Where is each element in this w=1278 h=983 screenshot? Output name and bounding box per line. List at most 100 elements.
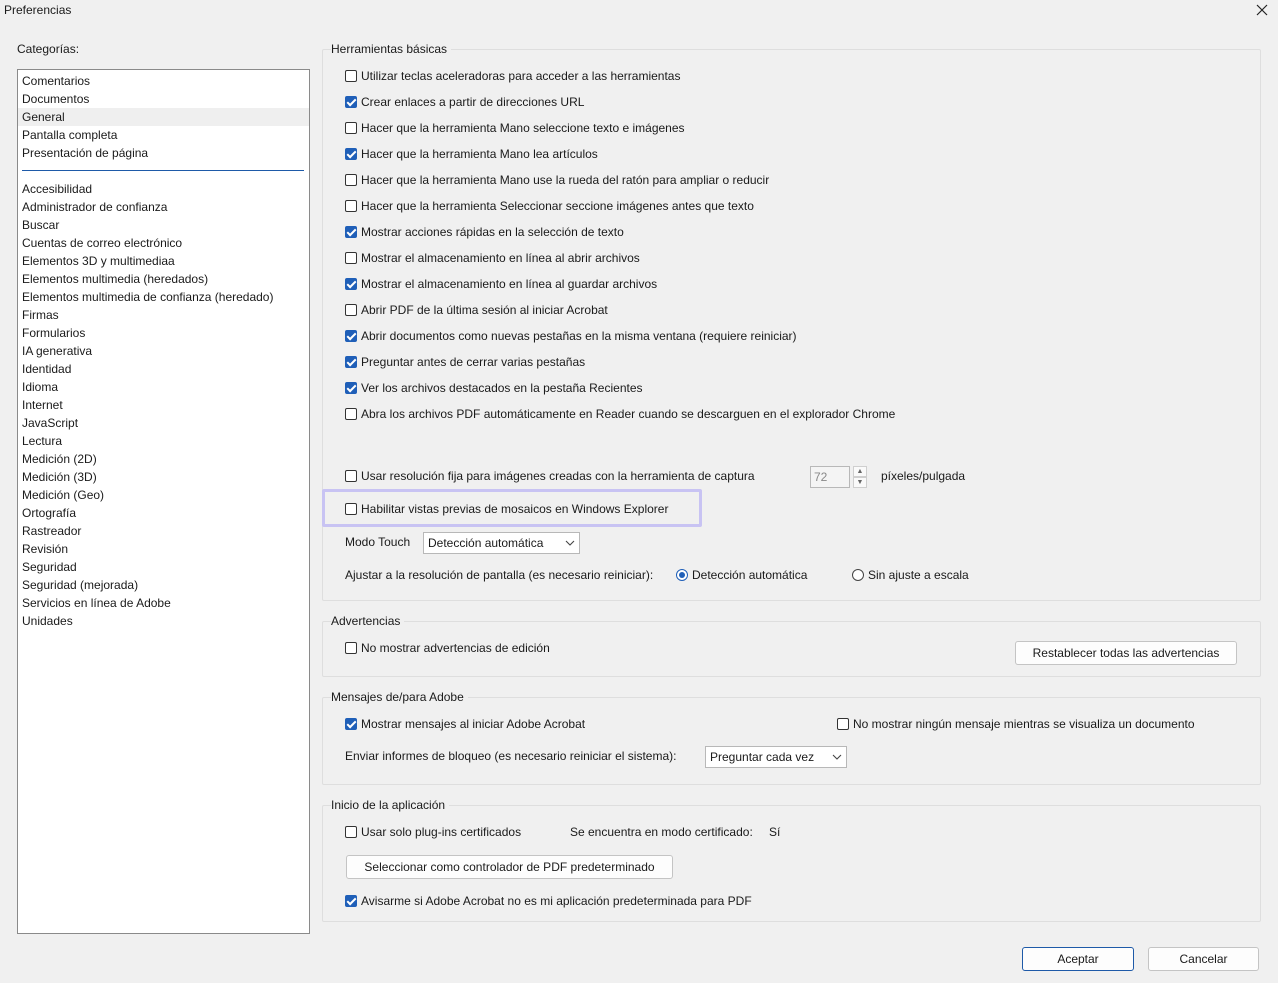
option-label: Mostrar el almacenamiento en línea al gu… bbox=[361, 277, 658, 291]
close-button[interactable] bbox=[1250, 0, 1274, 20]
basic-tools-option[interactable]: Utilizar teclas aceleradoras para accede… bbox=[345, 68, 680, 84]
touch-mode-select[interactable]: Detección automática bbox=[423, 532, 580, 554]
category-item[interactable]: Rastreador bbox=[22, 522, 81, 540]
category-item[interactable]: Ortografía bbox=[22, 504, 76, 522]
option-checkbox[interactable] bbox=[345, 96, 357, 108]
category-item[interactable]: Medición (3D) bbox=[22, 468, 97, 486]
basic-tools-option[interactable]: Hacer que la herramienta Seleccionar sec… bbox=[345, 198, 754, 214]
warn-not-default-checkbox[interactable] bbox=[345, 895, 357, 907]
category-item[interactable]: Revisión bbox=[22, 540, 68, 558]
option-checkbox[interactable] bbox=[345, 70, 357, 82]
thumbnails-checkbox[interactable] bbox=[345, 503, 357, 515]
category-item[interactable]: Medición (Geo) bbox=[22, 486, 104, 504]
category-item[interactable]: Identidad bbox=[22, 360, 71, 378]
category-item[interactable]: Comentarios bbox=[22, 72, 90, 90]
category-item[interactable]: Formularios bbox=[22, 324, 85, 342]
category-item[interactable]: Administrador de confianza bbox=[22, 198, 167, 216]
category-item[interactable]: General bbox=[18, 108, 309, 126]
category-item[interactable]: Idioma bbox=[22, 378, 58, 396]
show-on-start-label: Mostrar mensajes al iniciar Adobe Acroba… bbox=[361, 717, 586, 731]
category-item[interactable]: Elementos multimedia de confianza (hered… bbox=[22, 288, 273, 306]
basic-tools-option[interactable]: Mostrar el almacenamiento en línea al ab… bbox=[345, 250, 640, 266]
category-item[interactable]: Lectura bbox=[22, 432, 62, 450]
option-checkbox[interactable] bbox=[345, 408, 357, 420]
option-checkbox[interactable] bbox=[345, 148, 357, 160]
no-messages-label: No mostrar ningún mensaje mientras se vi… bbox=[853, 717, 1195, 731]
option-checkbox[interactable] bbox=[345, 200, 357, 212]
category-item[interactable]: Documentos bbox=[22, 90, 89, 108]
basic-tools-option[interactable]: Hacer que la herramienta Mano use la rue… bbox=[345, 172, 769, 188]
certified-mode-value: Sí bbox=[769, 825, 781, 839]
category-item[interactable]: JavaScript bbox=[22, 414, 78, 432]
no-messages-option[interactable]: No mostrar ningún mensaje mientras se vi… bbox=[837, 716, 1195, 732]
fixed-resolution-option[interactable]: Usar resolución fija para imágenes cread… bbox=[345, 468, 755, 484]
option-label: Hacer que la herramienta Mano lea artícu… bbox=[361, 147, 598, 161]
option-checkbox[interactable] bbox=[345, 356, 357, 368]
spin-down-icon[interactable]: ▼ bbox=[853, 477, 867, 488]
basic-tools-option[interactable]: Hacer que la herramienta Mano seleccione… bbox=[345, 120, 685, 136]
warn-not-default-option[interactable]: Avisarme si Adobe Acrobat no es mi aplic… bbox=[345, 893, 752, 909]
category-item[interactable]: Buscar bbox=[22, 216, 59, 234]
reset-warnings-button[interactable]: Restablecer todas las advertencias bbox=[1015, 641, 1237, 665]
basic-tools-option[interactable]: Abrir PDF de la última sesión al iniciar… bbox=[345, 302, 608, 318]
option-checkbox[interactable] bbox=[345, 330, 357, 342]
option-checkbox[interactable] bbox=[345, 122, 357, 134]
basic-tools-option[interactable]: Preguntar antes de cerrar varias pestaña… bbox=[345, 354, 585, 370]
messages-group bbox=[322, 697, 1261, 785]
category-item[interactable]: Internet bbox=[22, 396, 63, 414]
crash-reports-select[interactable]: Preguntar cada vez bbox=[705, 746, 847, 768]
category-item[interactable]: Pantalla completa bbox=[22, 126, 117, 144]
basic-tools-option[interactable]: Ver los archivos destacados en la pestañ… bbox=[345, 380, 643, 396]
basic-tools-option[interactable]: Abrir documentos como nuevas pestañas en… bbox=[345, 328, 797, 344]
basic-tools-option[interactable]: Hacer que la herramienta Mano lea artícu… bbox=[345, 146, 598, 162]
title-bar bbox=[0, 0, 1278, 22]
basic-tools-option[interactable]: Abra los archivos PDF automáticamente en… bbox=[345, 406, 895, 422]
ok-button[interactable]: Aceptar bbox=[1022, 947, 1134, 971]
scaling-none-radio[interactable] bbox=[852, 569, 864, 581]
scaling-auto-option[interactable]: Detección automática bbox=[676, 567, 807, 583]
basic-tools-option[interactable]: Mostrar acciones rápidas en la selección… bbox=[345, 224, 624, 240]
category-item[interactable]: Elementos 3D y multimediaa bbox=[22, 252, 175, 270]
scaling-none-option[interactable]: Sin ajuste a escala bbox=[852, 567, 969, 583]
category-item[interactable]: IA generativa bbox=[22, 342, 92, 360]
scaling-label: Ajustar a la resolución de pantalla (es … bbox=[345, 568, 654, 582]
fixed-resolution-label: Usar resolución fija para imágenes cread… bbox=[361, 469, 755, 483]
category-item[interactable]: Seguridad bbox=[22, 558, 77, 576]
no-edit-warnings-option[interactable]: No mostrar advertencias de edición bbox=[345, 640, 550, 656]
certified-plugins-checkbox[interactable] bbox=[345, 826, 357, 838]
category-item[interactable]: Firmas bbox=[22, 306, 59, 324]
option-checkbox[interactable] bbox=[345, 278, 357, 290]
category-item[interactable]: Seguridad (mejorada) bbox=[22, 576, 138, 594]
thumbnails-option[interactable]: Habilitar vistas previas de mosaicos en … bbox=[345, 501, 668, 517]
no-messages-checkbox[interactable] bbox=[837, 718, 849, 730]
startup-title: Inicio de la aplicación bbox=[331, 798, 450, 812]
spin-up-icon[interactable]: ▲ bbox=[853, 466, 867, 477]
scaling-auto-radio[interactable] bbox=[676, 569, 688, 581]
no-edit-warnings-checkbox[interactable] bbox=[345, 642, 357, 654]
categories-list[interactable]: Comentarios Documentos General Pantalla com… bbox=[17, 69, 310, 934]
categories-separator bbox=[22, 170, 304, 171]
basic-tools-option[interactable]: Mostrar el almacenamiento en línea al gu… bbox=[345, 276, 657, 292]
option-checkbox[interactable] bbox=[345, 174, 357, 186]
cancel-button[interactable]: Cancelar bbox=[1148, 947, 1259, 971]
resolution-spinner[interactable]: ▲ ▼ bbox=[853, 466, 867, 488]
category-item[interactable]: Servicios en línea de Adobe bbox=[22, 594, 171, 612]
category-item[interactable]: Cuentas de correo electrónico bbox=[22, 234, 182, 252]
option-checkbox[interactable] bbox=[345, 226, 357, 238]
category-item[interactable]: Unidades bbox=[22, 612, 73, 630]
category-item[interactable]: Presentación de página bbox=[22, 144, 148, 162]
option-label: Abrir PDF de la última sesión al iniciar… bbox=[361, 303, 608, 317]
show-on-start-option[interactable]: Mostrar mensajes al iniciar Adobe Acroba… bbox=[345, 716, 585, 732]
option-checkbox[interactable] bbox=[345, 252, 357, 264]
basic-tools-option[interactable]: Crear enlaces a partir de direcciones UR… bbox=[345, 94, 584, 110]
option-checkbox[interactable] bbox=[345, 382, 357, 394]
option-checkbox[interactable] bbox=[345, 304, 357, 316]
category-item[interactable]: Elementos multimedia (heredados) bbox=[22, 270, 208, 288]
show-on-start-checkbox[interactable] bbox=[345, 718, 357, 730]
category-item[interactable]: Medición (2D) bbox=[22, 450, 97, 468]
fixed-resolution-checkbox[interactable] bbox=[345, 470, 357, 482]
category-item[interactable]: Accesibilidad bbox=[22, 180, 92, 198]
resolution-input[interactable]: 72 bbox=[810, 466, 850, 488]
certified-plugins-option[interactable]: Usar solo plug-ins certificados bbox=[345, 824, 521, 840]
default-handler-button[interactable]: Seleccionar como controlador de PDF pred… bbox=[346, 855, 673, 879]
